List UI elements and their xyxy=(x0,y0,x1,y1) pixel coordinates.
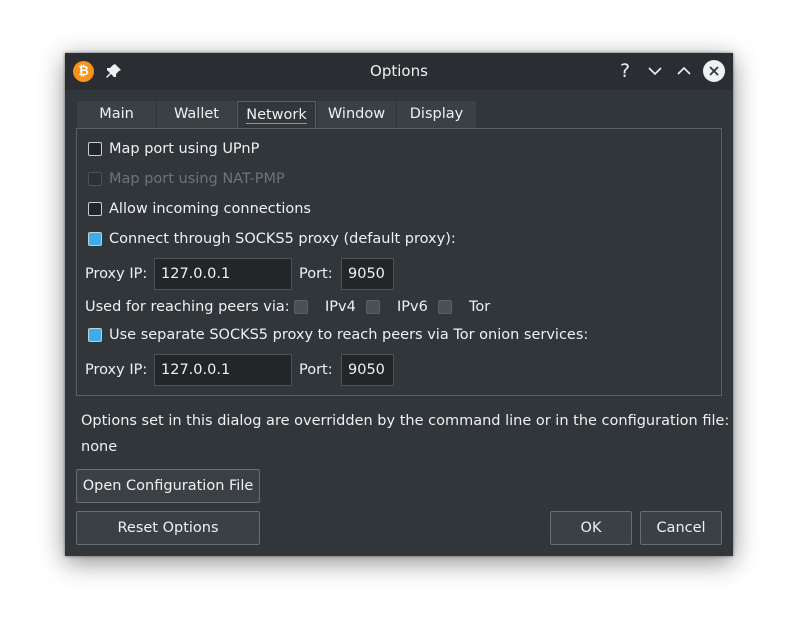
tab-label: Wallet xyxy=(174,106,219,122)
options-dialog: ₿ Options ? Main Wallet Network Window D… xyxy=(65,53,733,556)
port-input[interactable]: 9050 xyxy=(341,258,394,290)
maximize-icon[interactable] xyxy=(673,60,695,82)
tab-main[interactable]: Main xyxy=(77,101,156,128)
tor-proxy-ip-input[interactable]: 127.0.0.1 xyxy=(154,354,292,386)
proxy-ip-input[interactable]: 127.0.0.1 xyxy=(154,258,292,290)
proxy-ip-label: Proxy IP: xyxy=(85,266,148,282)
ipv4-label: IPv4 xyxy=(325,299,356,315)
open-config-button[interactable]: Open Configuration File xyxy=(76,469,260,503)
ipv6-checkbox[interactable] xyxy=(366,300,380,314)
tor-port-label: Port: xyxy=(299,362,333,378)
ipv4-checkbox[interactable] xyxy=(294,300,308,314)
tab-label: Main xyxy=(99,106,134,122)
tab-network[interactable]: Network xyxy=(237,101,316,129)
tor-label: Tor xyxy=(469,299,491,315)
close-icon[interactable] xyxy=(703,60,725,82)
minimize-icon[interactable] xyxy=(644,60,666,82)
ok-button[interactable]: OK xyxy=(550,511,632,545)
override-note-text: Options set in this dialog are overridde… xyxy=(81,413,730,429)
tab-window[interactable]: Window xyxy=(317,101,396,128)
tab-label: Network xyxy=(246,107,307,124)
network-panel: Map port using UPnP Map port using NAT-P… xyxy=(76,128,722,396)
socks5-checkbox[interactable] xyxy=(88,232,102,246)
tor-port-input[interactable]: 9050 xyxy=(341,354,394,386)
cancel-button[interactable]: Cancel xyxy=(640,511,722,545)
upnp-label[interactable]: Map port using UPnP xyxy=(109,139,259,159)
tab-label: Window xyxy=(327,106,386,122)
upnp-checkbox[interactable] xyxy=(88,142,102,156)
title-bar[interactable]: ₿ Options ? xyxy=(65,53,733,90)
tor-checkbox[interactable] xyxy=(438,300,452,314)
reach-label: Used for reaching peers via: xyxy=(85,299,290,315)
tab-display[interactable]: Display xyxy=(397,101,476,128)
port-label: Port: xyxy=(299,266,333,282)
reset-options-button[interactable]: Reset Options xyxy=(76,511,260,545)
tor-proxy-ip-label: Proxy IP: xyxy=(85,362,148,378)
tab-wallet[interactable]: Wallet xyxy=(157,101,236,128)
tab-label: Display xyxy=(409,106,464,122)
override-note: Options set in this dialog are overridde… xyxy=(81,408,731,460)
socks5-label[interactable]: Connect through SOCKS5 proxy (default pr… xyxy=(109,229,456,249)
ipv6-label: IPv6 xyxy=(397,299,428,315)
help-icon[interactable]: ? xyxy=(614,60,636,82)
tor-proxy-checkbox[interactable] xyxy=(88,328,102,342)
override-note-value: none xyxy=(81,439,118,455)
incoming-checkbox[interactable] xyxy=(88,202,102,216)
natpmp-checkbox xyxy=(88,172,102,186)
tor-proxy-label[interactable]: Use separate SOCKS5 proxy to reach peers… xyxy=(109,325,588,345)
incoming-label[interactable]: Allow incoming connections xyxy=(109,199,311,219)
natpmp-label: Map port using NAT-PMP xyxy=(109,171,285,187)
